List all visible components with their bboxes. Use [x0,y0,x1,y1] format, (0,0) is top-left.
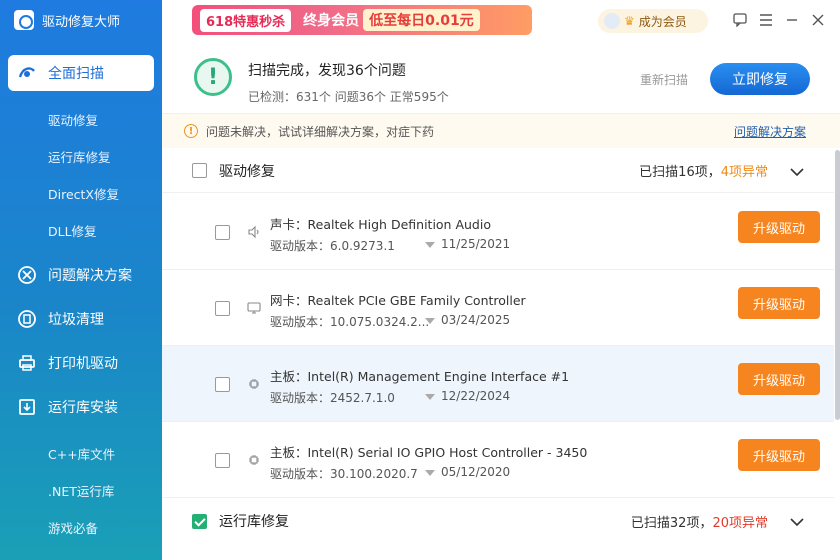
nav-runtime-install[interactable]: 运行库安装 [8,389,154,425]
driver-row: 网卡：Realtek PCIe GBE Family Controller 驱动… [162,270,834,346]
section-runtime-repair: 运行库修复 已扫描32项，20项异常 [162,499,834,543]
section-checkbox[interactable] [192,513,207,529]
notice-bar: ! 问题未解决，试试详细解决方案，对症下药 问题解决方案 [162,114,840,148]
caret-down-icon[interactable] [425,318,435,324]
driver-version: 驱动版本：30.100.2020.7 [270,467,418,481]
upgrade-driver-button[interactable]: 升级驱动 [738,363,820,395]
clean-icon [16,308,38,330]
nav-printer-driver[interactable]: 打印机驱动 [8,345,154,381]
speaker-icon [246,224,262,240]
device-name: 声卡：Realtek High Definition Audio [270,217,491,232]
crown-icon: ♛ [624,14,635,28]
nav-junk-clean[interactable]: 垃圾清理 [8,301,154,337]
top-bar: 618特惠秒杀 终身会员 低至每日0.01元 ♛ 成为会员 [162,0,840,40]
become-vip-button[interactable]: ♛ 成为会员 [598,9,708,33]
avatar [604,13,620,29]
driver-date: 03/24/2025 [441,313,511,327]
chevron-down-icon[interactable] [790,515,804,527]
promo-banner[interactable]: 618特惠秒杀 终身会员 低至每日0.01元 [192,5,532,35]
device-name: 网卡：Realtek PCIe GBE Family Controller [270,293,526,308]
rescan-link[interactable]: 重新扫描 [640,71,688,88]
app-brand: 驱动修复大师 [0,0,162,40]
chevron-down-icon[interactable] [790,165,804,177]
chip-icon [246,376,262,392]
row-checkbox[interactable] [215,301,230,316]
section-title: 驱动修复 [219,163,275,180]
app-title: 驱动修复大师 [42,14,121,30]
nav-full-scan[interactable]: 全面扫描 [8,55,154,91]
warning-icon: ! [184,124,198,138]
scan-summary: 已检测：631个 问题36个 正常595个 [248,90,449,104]
device-name: 主板：Intel(R) Serial IO GPIO Host Controll… [270,445,588,460]
notice-text: 问题未解决，试试详细解决方案，对症下药 [206,124,435,139]
upgrade-driver-button[interactable]: 升级驱动 [738,211,820,243]
driver-date: 05/12/2020 [441,465,511,479]
menu-icon[interactable] [756,10,776,30]
row-checkbox[interactable] [215,225,230,240]
feedback-icon[interactable] [730,10,750,30]
nav-solutions[interactable]: 问题解决方案 [8,257,154,293]
promo-highlight: 低至每日0.01元 [363,9,480,31]
alert-icon: ! [194,58,232,96]
driver-date: 12/22/2024 [441,389,511,403]
driver-version: 驱动版本：2452.7.1.0 [270,391,395,405]
fix-now-button[interactable]: 立即修复 [710,63,810,95]
nav-cpp-libs[interactable]: C++库文件 [48,444,115,463]
driver-date: 11/25/2021 [441,237,511,251]
scrollbar[interactable] [835,150,840,420]
printer-icon [16,352,38,374]
nav-dll-repair[interactable]: DLL修复 [48,221,97,240]
row-checkbox[interactable] [215,453,230,468]
nav-runtime-repair[interactable]: 运行库修复 [48,147,111,166]
scan-icon [16,62,38,84]
promo-tag: 618特惠秒杀 [200,8,292,32]
section-title: 运行库修复 [219,514,289,530]
driver-row: 主板：Intel(R) Management Engine Interface … [162,346,834,422]
sidebar: 驱动修复大师 全面扫描 驱动修复 运行库修复 DirectX修复 DLL修复 问… [0,0,162,560]
driver-row: 主板：Intel(R) Serial IO GPIO Host Controll… [162,422,834,498]
network-icon [246,300,262,316]
section-stat: 已扫描32项，20项异常 [630,515,768,531]
upgrade-driver-button[interactable]: 升级驱动 [738,287,820,319]
caret-down-icon[interactable] [425,242,435,248]
section-driver-repair: 驱动修复 已扫描16项，4项异常 [162,149,834,193]
driver-version: 驱动版本：10.075.0324.2... [270,315,430,329]
row-checkbox[interactable] [215,377,230,392]
scan-title: 扫描完成，发现36个问题 [248,63,406,79]
app-logo-icon [14,10,34,30]
section-stat: 已扫描16项，4项异常 [639,165,768,180]
main-panel: ! 扫描完成，发现36个问题 已检测：631个 问题36个 正常595个 重新扫… [162,40,840,560]
caret-down-icon[interactable] [425,470,435,476]
promo-text: 终身会员 [303,13,360,29]
nav-dotnet-runtime[interactable]: .NET运行库 [48,481,114,500]
device-name: 主板：Intel(R) Management Engine Interface … [270,369,570,384]
solution-icon [16,264,38,286]
upgrade-driver-button[interactable]: 升级驱动 [738,439,820,471]
driver-row: 声卡：Realtek High Definition Audio 驱动版本：6.… [162,194,834,270]
minimize-icon[interactable] [782,10,802,30]
install-icon [16,396,38,418]
section-checkbox[interactable] [192,163,207,178]
caret-down-icon[interactable] [425,394,435,400]
driver-version: 驱动版本：6.0.9273.1 [270,239,395,253]
close-icon[interactable] [808,10,828,30]
nav-game-essentials[interactable]: 游戏必备 [48,518,98,537]
nav-directx-repair[interactable]: DirectX修复 [48,184,119,203]
chip-icon [246,452,262,468]
solutions-link[interactable]: 问题解决方案 [734,123,806,140]
scan-result-header: ! 扫描完成，发现36个问题 已检测：631个 问题36个 正常595个 重新扫… [162,40,840,114]
nav-driver-repair[interactable]: 驱动修复 [48,110,98,129]
